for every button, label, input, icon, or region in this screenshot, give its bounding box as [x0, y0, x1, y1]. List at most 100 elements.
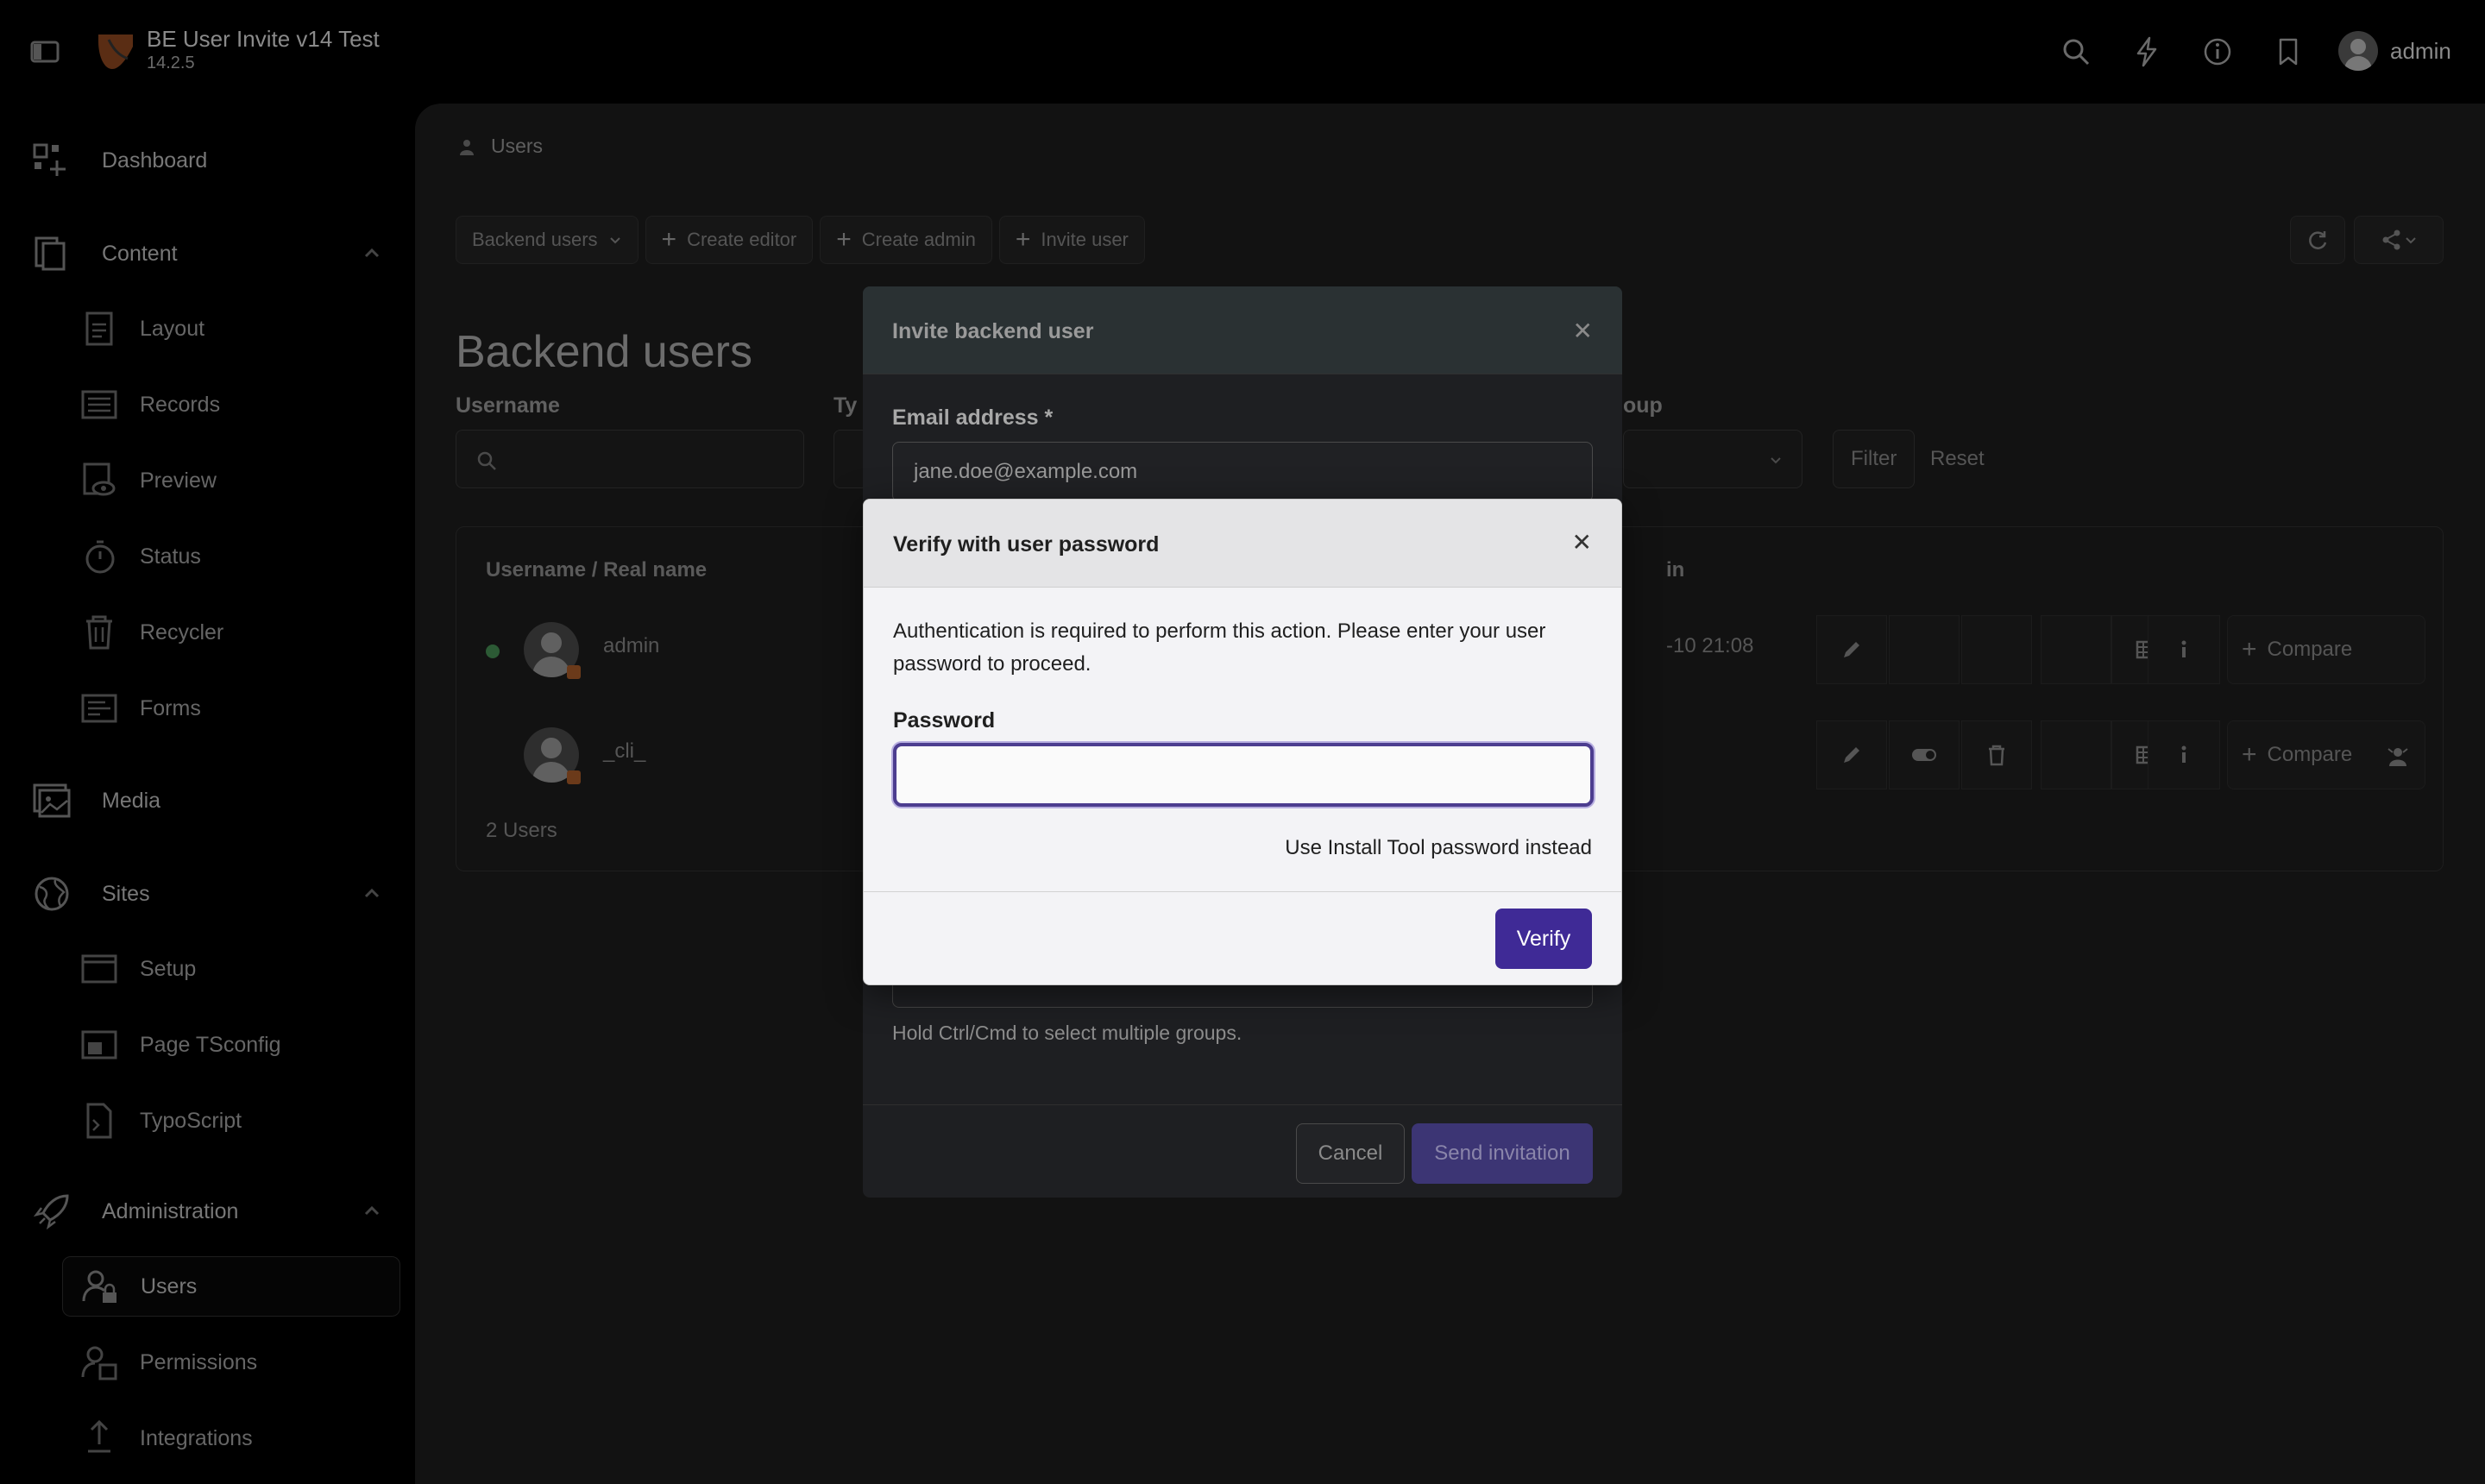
nav-item-label: Users	[141, 1273, 198, 1298]
nav-item-label: Records	[140, 392, 221, 417]
plus-icon: +	[2242, 740, 2257, 769]
install-tool-password-link[interactable]: Use Install Tool password instead	[1285, 836, 1592, 860]
group-filter-select[interactable]	[1623, 430, 1802, 488]
nav-item-users[interactable]: Users	[62, 1256, 400, 1317]
nav-administration[interactable]: Administration	[31, 1185, 393, 1237]
groups-hint: Hold Ctrl/Cmd to select multiple groups.	[892, 1022, 1242, 1044]
bookmark-icon[interactable]	[2271, 35, 2306, 69]
share-button[interactable]	[2354, 216, 2444, 264]
users-count: 2 Users	[486, 819, 557, 842]
breadcrumb: Users	[458, 135, 543, 158]
cancel-button[interactable]: Cancel	[1296, 1123, 1405, 1184]
module-sidebar: Dashboard Content Layout Records Preview…	[0, 104, 414, 1484]
dropdown-label: Backend users	[472, 229, 598, 250]
nav-media[interactable]: Media	[31, 775, 393, 827]
nav-sites[interactable]: Sites	[31, 868, 393, 920]
toggle-disable-button[interactable]	[1889, 720, 1960, 789]
type-filter-label: Ty	[834, 393, 858, 418]
verify-message: Authentication is required to perform th…	[893, 619, 1546, 676]
nav-item-preview[interactable]: Preview	[62, 450, 400, 511]
filter-button[interactable]: Filter	[1833, 430, 1916, 488]
nav-item-page-tsconfig[interactable]: Page TSconfig	[62, 1015, 400, 1075]
column-header-username[interactable]: Username / Real name	[486, 558, 707, 582]
verify-modal-title: Verify with user password	[893, 532, 1160, 556]
email-field[interactable]: jane.doe@example.com	[892, 442, 1593, 502]
create-admin-label: Create admin	[861, 229, 976, 250]
create-editor-label: Create editor	[687, 229, 797, 250]
chevron-up-icon[interactable]	[362, 883, 381, 902]
status-icon	[85, 540, 115, 574]
close-icon[interactable]: ✕	[1573, 319, 1593, 343]
edit-button[interactable]	[1816, 615, 1887, 684]
nav-item-recycler[interactable]: Recycler	[62, 602, 400, 663]
breadcrumb-item[interactable]: Users	[491, 135, 543, 158]
invite-user-button[interactable]: + Invite user	[998, 216, 1145, 264]
search-icon	[477, 451, 496, 470]
info-button[interactable]	[2148, 720, 2220, 789]
compare-button[interactable]: + Compare	[2227, 615, 2425, 684]
switch-user-icon[interactable]	[2385, 744, 2411, 770]
email-field-label: Email address *	[892, 406, 1054, 430]
delete-button[interactable]	[1961, 720, 2032, 789]
nav-administration-label: Administration	[102, 1198, 239, 1223]
preview-icon	[83, 462, 116, 496]
nav-item-typoscript[interactable]: TypoScript	[62, 1091, 400, 1151]
nav-item-status[interactable]: Status	[62, 526, 400, 587]
nav-item-integrations[interactable]: Integrations	[62, 1408, 400, 1468]
nav-item-forms[interactable]: Forms	[62, 678, 400, 739]
toggle-icon	[1912, 749, 1936, 761]
nav-item-label: Status	[140, 544, 201, 569]
page-title: Backend users	[456, 327, 752, 377]
chevron-up-icon[interactable]	[362, 1201, 381, 1220]
admin-badge	[567, 770, 581, 784]
action-slot	[2041, 720, 2111, 789]
invite-modal-title: Invite backend user	[892, 319, 1094, 343]
info-icon[interactable]	[2200, 35, 2235, 69]
nav-item-label: Setup	[140, 956, 197, 981]
info-button[interactable]	[2148, 615, 2220, 684]
username-link[interactable]: admin	[603, 634, 659, 658]
lightning-icon[interactable]	[2130, 35, 2164, 69]
user-menu[interactable]: admin	[2338, 31, 2451, 71]
username-filter-input[interactable]	[456, 430, 804, 488]
nav-item-layout[interactable]: Layout	[62, 299, 400, 359]
nav-item-setup[interactable]: Setup	[62, 939, 400, 999]
verify-button[interactable]: Verify	[1495, 909, 1592, 969]
nav-item-label: Recycler	[140, 619, 224, 645]
nav-item-label: Layout	[140, 316, 205, 341]
online-status-dot	[486, 645, 500, 658]
module-menu-dropdown[interactable]: Backend users	[456, 216, 639, 264]
nav-item-permissions[interactable]: Permissions	[62, 1332, 400, 1393]
typo3-logo-icon[interactable]	[93, 29, 138, 74]
info-icon	[2181, 640, 2186, 657]
plus-icon: +	[661, 225, 677, 254]
compare-label: Compare	[2267, 743, 2353, 766]
compare-button[interactable]: + Compare	[2227, 720, 2425, 789]
chevron-up-icon[interactable]	[362, 243, 381, 262]
content-icon	[35, 236, 66, 271]
password-field[interactable]	[893, 743, 1594, 807]
users-icon	[82, 1270, 116, 1303]
nav-content[interactable]: Content	[31, 228, 393, 280]
trash-icon	[1989, 745, 2004, 766]
nav-item-records[interactable]: Records	[62, 374, 400, 435]
chevron-down-icon	[2406, 237, 2416, 244]
edit-button[interactable]	[1816, 720, 1887, 789]
user-avatar	[2338, 31, 2378, 71]
last-login-value: -10 21:08	[1666, 634, 1754, 657]
search-icon[interactable]	[2059, 35, 2093, 69]
close-icon[interactable]: ✕	[1572, 531, 1592, 555]
create-editor-button[interactable]: + Create editor	[645, 216, 814, 264]
reload-button[interactable]	[2290, 216, 2345, 264]
share-icon	[2382, 230, 2400, 250]
column-header-last-login[interactable]: in	[1666, 558, 1684, 582]
create-admin-button[interactable]: + Create admin	[820, 216, 992, 264]
typoscript-icon	[86, 1103, 112, 1139]
sidebar-toggle-icon[interactable]	[29, 36, 60, 67]
nav-dashboard[interactable]: Dashboard	[31, 135, 393, 186]
reset-link[interactable]: Reset	[1930, 447, 1985, 471]
username-link[interactable]: _cli_	[603, 739, 645, 764]
send-invitation-button[interactable]: Send invitation	[1412, 1123, 1593, 1184]
plus-icon: +	[1015, 225, 1031, 254]
media-icon	[33, 783, 71, 818]
